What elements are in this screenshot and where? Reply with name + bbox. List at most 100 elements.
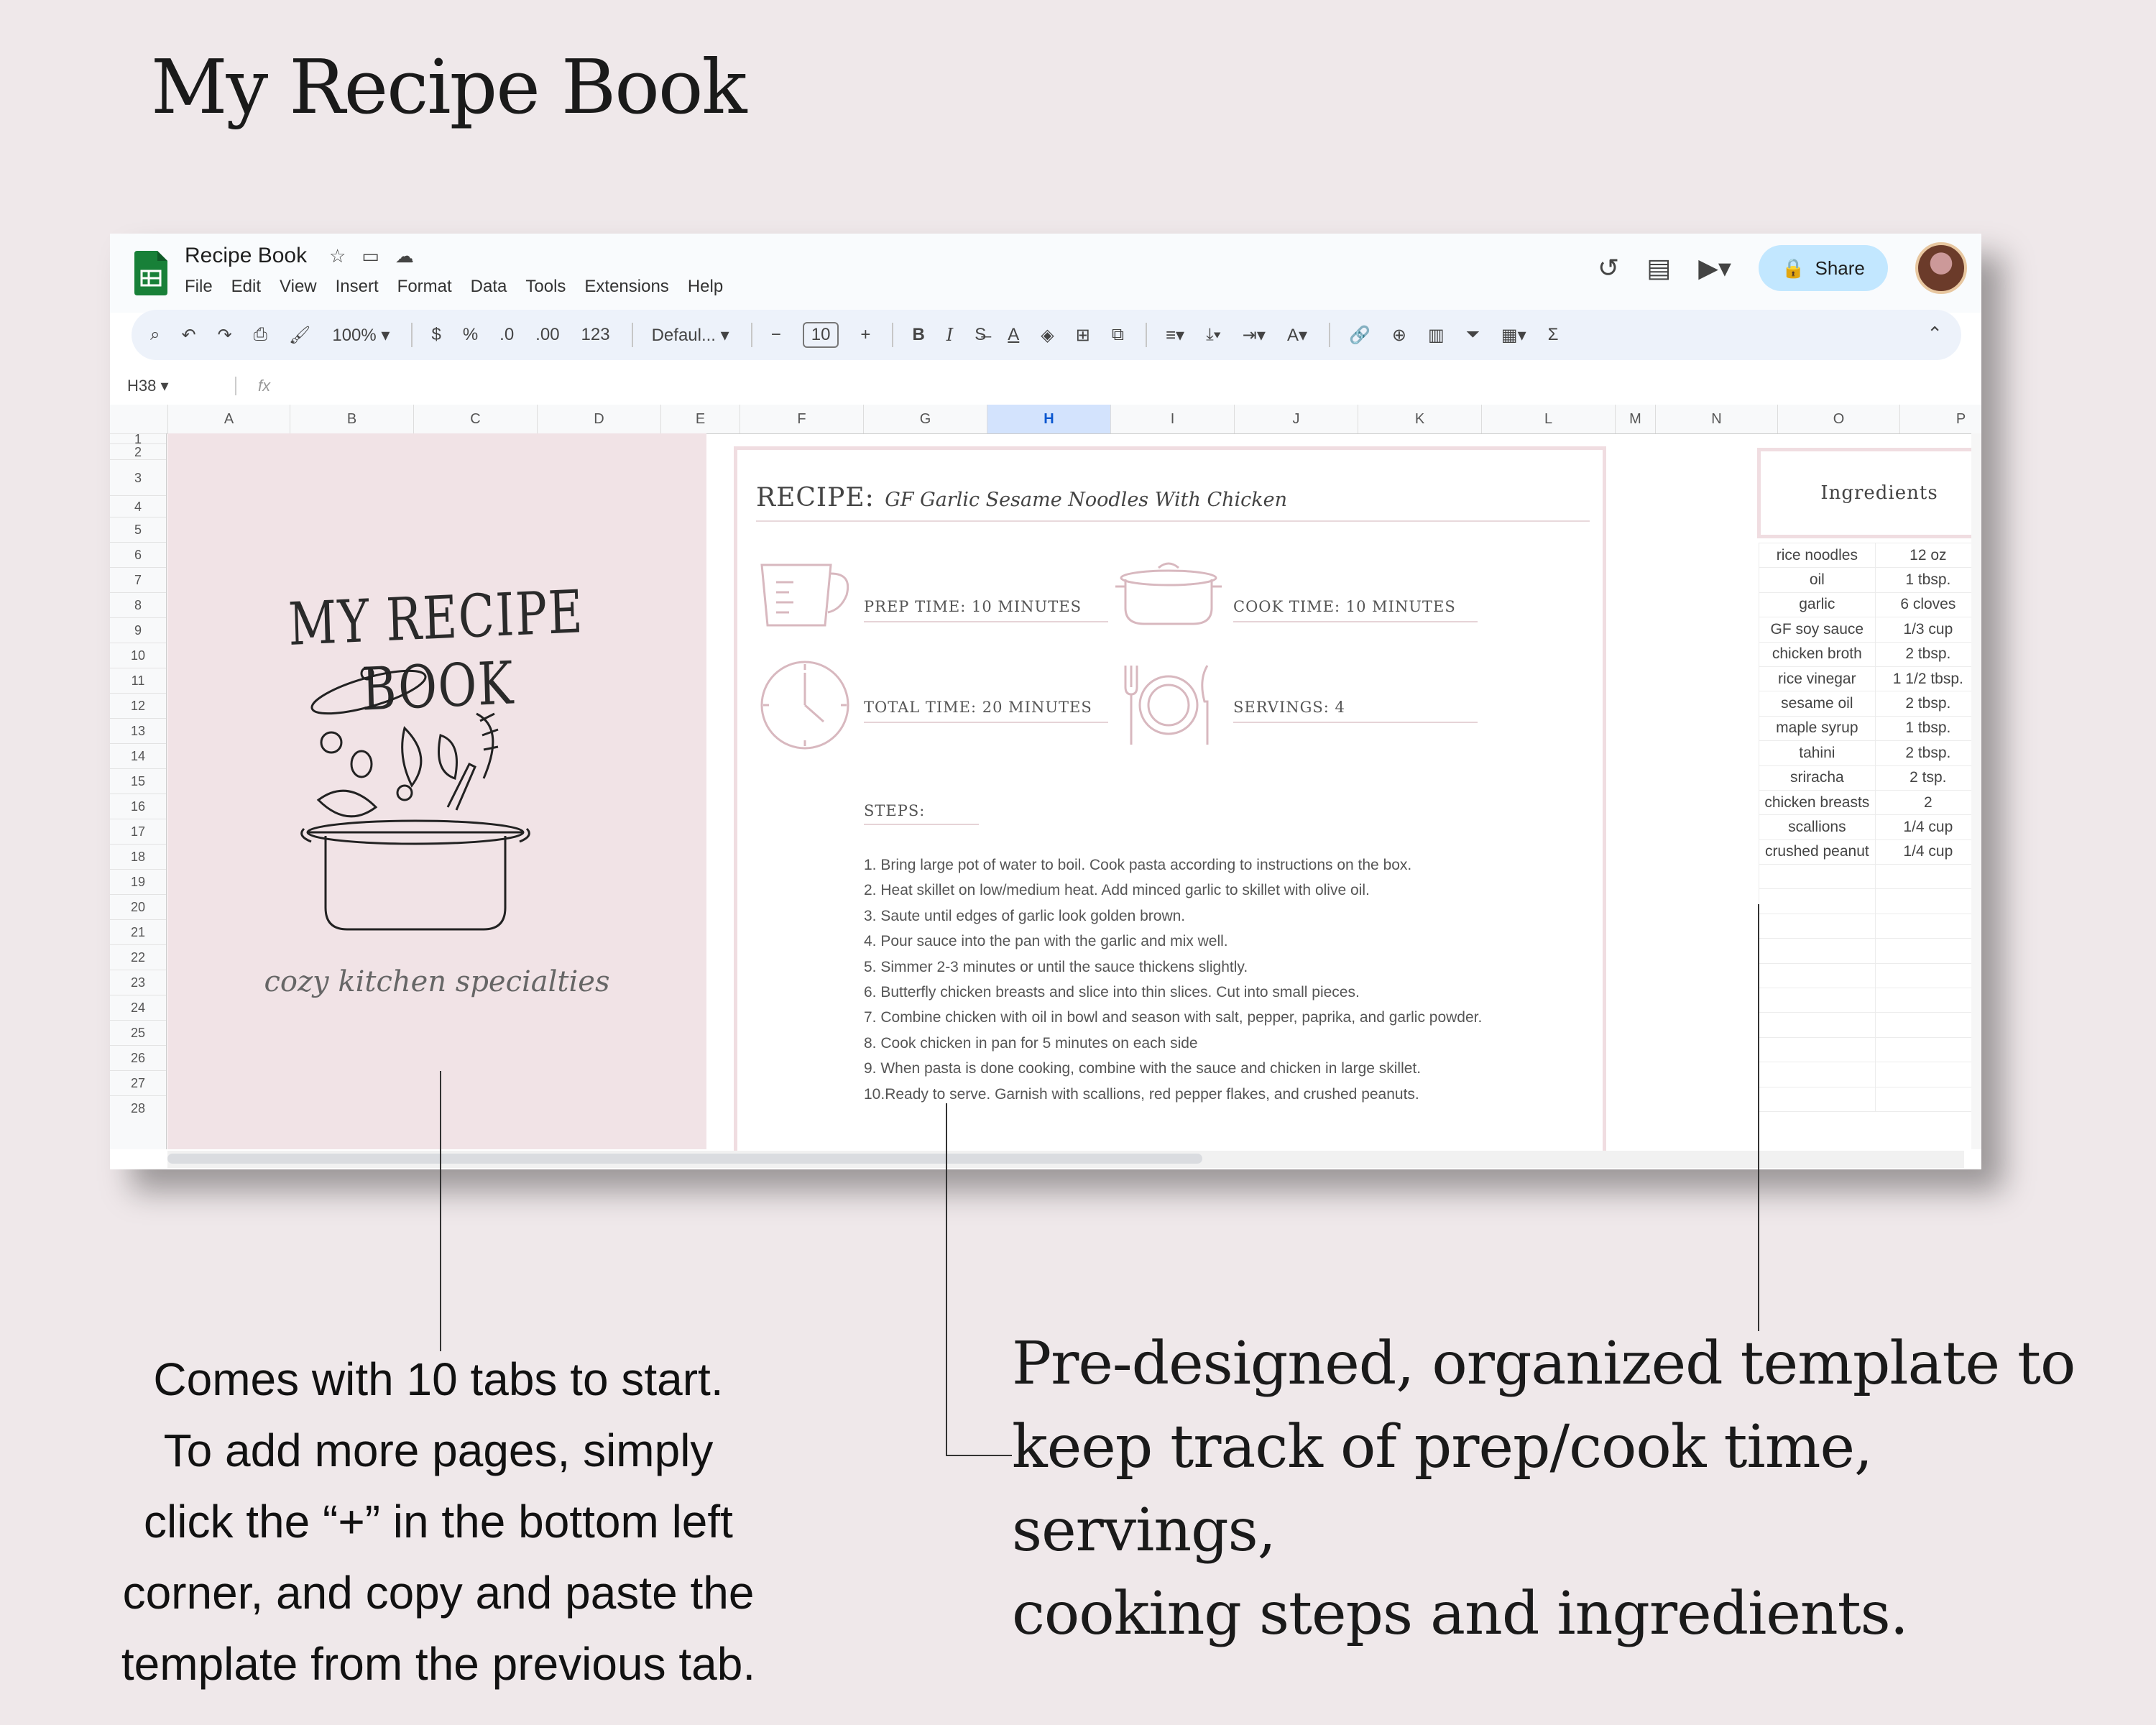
vertical-scrollbar[interactable]	[1971, 433, 1981, 1149]
row-header-cell[interactable]: 22	[110, 944, 166, 970]
column-header-cell[interactable]: K	[1358, 405, 1481, 433]
step-item[interactable]: 4. Pour sauce into the pan with the garl…	[864, 929, 1482, 954]
ingredient-qty-cell[interactable]	[1874, 1036, 1981, 1063]
borders-icon[interactable]: ⊞	[1076, 325, 1090, 346]
servings-label[interactable]: Servings: 4	[1233, 699, 1478, 723]
ingredient-qty-cell[interactable]: 2 tbsp.	[1874, 641, 1981, 667]
row-header-cell[interactable]: 2	[110, 443, 166, 459]
row-header-cell[interactable]: 5	[110, 517, 166, 542]
fill-color-icon[interactable]: ◈	[1041, 325, 1054, 346]
vertical-align-icon[interactable]: ⤓▾	[1206, 325, 1221, 345]
ingredient-name-cell[interactable]	[1759, 1062, 1876, 1087]
share-button[interactable]: 🔒 Share	[1759, 245, 1888, 291]
move-folder-icon[interactable]: ▭	[361, 245, 379, 267]
row-header-cell[interactable]: 15	[110, 768, 166, 794]
column-header-cell[interactable]: F	[740, 405, 863, 433]
column-header-cell[interactable]: L	[1481, 405, 1615, 433]
star-icon[interactable]: ☆	[329, 245, 346, 267]
row-header-cell[interactable]: 26	[110, 1045, 166, 1070]
ingredient-qty-cell[interactable]	[1874, 938, 1981, 964]
insert-chart-icon[interactable]: ▥	[1428, 325, 1445, 346]
ingredient-qty-cell[interactable]: 2 tsp.	[1874, 765, 1981, 791]
row-header-cell[interactable]: 23	[110, 970, 166, 995]
ingredient-name-cell[interactable]: sesame oil	[1759, 691, 1876, 717]
ingredient-qty-cell[interactable]	[1874, 1062, 1981, 1087]
ingredient-name-cell[interactable]: rice noodles	[1759, 542, 1876, 569]
step-item[interactable]: 7. Combine chicken with oil in bowl and …	[864, 1005, 1482, 1030]
row-header-cell[interactable]: 20	[110, 894, 166, 919]
zoom-select[interactable]: 100% ▾	[332, 325, 390, 346]
ingredient-qty-cell[interactable]	[1874, 1012, 1981, 1038]
search-menus-icon[interactable]: ⌕	[150, 325, 160, 345]
row-header-cell[interactable]: 25	[110, 1020, 166, 1045]
ingredient-name-cell[interactable]: GF soy sauce	[1759, 617, 1876, 643]
column-header-cell[interactable]: J	[1234, 405, 1358, 433]
functions-icon[interactable]: Σ	[1548, 325, 1559, 345]
ingredient-qty-cell[interactable]: 2 tbsp.	[1874, 691, 1981, 717]
ingredient-name-cell[interactable]: scallions	[1759, 814, 1876, 840]
step-item[interactable]: 8. Cook chicken in pan for 5 minutes on …	[864, 1031, 1482, 1056]
step-item[interactable]: 3. Saute until edges of garlic look gold…	[864, 903, 1482, 929]
step-item[interactable]: 6. Butterfly chicken breasts and slice i…	[864, 980, 1482, 1005]
ingredient-qty-cell[interactable]	[1874, 988, 1981, 1013]
strikethrough-icon[interactable]: S̶	[975, 325, 986, 345]
ingredient-qty-cell[interactable]: 1 tbsp.	[1874, 567, 1981, 593]
column-header-cell[interactable]: D	[537, 405, 660, 433]
insert-link-icon[interactable]: 🔗	[1349, 325, 1370, 346]
step-item[interactable]: 9. When pasta is done cooking, combine w…	[864, 1056, 1482, 1081]
text-color-icon[interactable]: A	[1008, 325, 1019, 345]
ingredient-qty-cell[interactable]: 1 1/2 tbsp.	[1874, 666, 1981, 692]
ingredient-qty-cell[interactable]	[1874, 864, 1981, 890]
menu-file[interactable]: File	[185, 277, 213, 297]
undo-icon[interactable]: ↶	[181, 325, 195, 346]
step-item[interactable]: 5. Simmer 2-3 minutes or until the sauce…	[864, 954, 1482, 980]
text-rotation-icon[interactable]: A▾	[1287, 325, 1307, 346]
ingredient-name-cell[interactable]: chicken broth	[1759, 641, 1876, 667]
row-header-cell[interactable]: 7	[110, 567, 166, 592]
ingredient-name-cell[interactable]	[1759, 888, 1876, 914]
horizontal-scrollbar[interactable]	[167, 1151, 1964, 1168]
horizontal-align-icon[interactable]: ≡▾	[1166, 325, 1184, 346]
step-item[interactable]: 10.Ready to serve. Garnish with scallion…	[864, 1082, 1482, 1107]
currency-button[interactable]: $	[431, 325, 441, 345]
row-header-cell[interactable]: 3	[110, 459, 166, 495]
ingredient-name-cell[interactable]: tahini	[1759, 740, 1876, 766]
menu-help[interactable]: Help	[688, 277, 723, 297]
decrease-decimal-button[interactable]: .0	[499, 325, 514, 345]
row-header-cell[interactable]: 8	[110, 592, 166, 617]
menu-tools[interactable]: Tools	[525, 277, 566, 297]
avatar[interactable]	[1915, 242, 1967, 294]
step-item[interactable]: 1. Bring large pot of water to boil. Coo…	[864, 852, 1482, 878]
collapse-toolbar-icon[interactable]: ⌃	[1927, 323, 1943, 345]
ingredient-name-cell[interactable]	[1759, 988, 1876, 1013]
column-header-cell[interactable]: G	[863, 405, 987, 433]
column-header-cell[interactable]: I	[1110, 405, 1234, 433]
row-header-cell[interactable]: 6	[110, 542, 166, 567]
ingredients-title[interactable]: Ingredients	[1757, 448, 1981, 538]
ingredient-name-cell[interactable]	[1759, 864, 1876, 890]
insert-comment-icon[interactable]: ⊕	[1392, 325, 1406, 346]
column-header-cell[interactable]: A	[167, 405, 290, 433]
ingredient-qty-cell[interactable]: 1/4 cup	[1874, 839, 1981, 865]
ingredient-qty-cell[interactable]: 2	[1874, 789, 1981, 816]
merge-cells-icon[interactable]: ⧉	[1112, 325, 1124, 345]
ingredient-name-cell[interactable]	[1759, 913, 1876, 939]
column-header-cell[interactable]: B	[290, 405, 413, 433]
ingredient-qty-cell[interactable]	[1874, 913, 1981, 939]
row-header-cell[interactable]: 24	[110, 995, 166, 1020]
total-time-label[interactable]: Total Time: 20 minutes	[864, 699, 1108, 723]
column-header-cell[interactable]: E	[660, 405, 740, 433]
number-format-button[interactable]: 123	[581, 325, 610, 345]
row-header-cell[interactable]: 19	[110, 869, 166, 894]
ingredient-qty-cell[interactable]: 1/4 cup	[1874, 814, 1981, 840]
cloud-status-icon[interactable]: ☁	[395, 245, 414, 267]
row-header-cell[interactable]: 16	[110, 794, 166, 819]
ingredient-name-cell[interactable]: crushed peanut	[1759, 839, 1876, 865]
italic-button[interactable]: I	[946, 325, 953, 345]
prep-time-label[interactable]: Prep Time: 10 minutes	[864, 598, 1108, 622]
name-box[interactable]: H38 ▾	[110, 377, 235, 395]
ingredient-name-cell[interactable]: oil	[1759, 567, 1876, 593]
font-size-input[interactable]: 10	[802, 322, 839, 348]
column-header-cell[interactable]: C	[413, 405, 537, 433]
row-header-cell[interactable]: 4	[110, 495, 166, 517]
